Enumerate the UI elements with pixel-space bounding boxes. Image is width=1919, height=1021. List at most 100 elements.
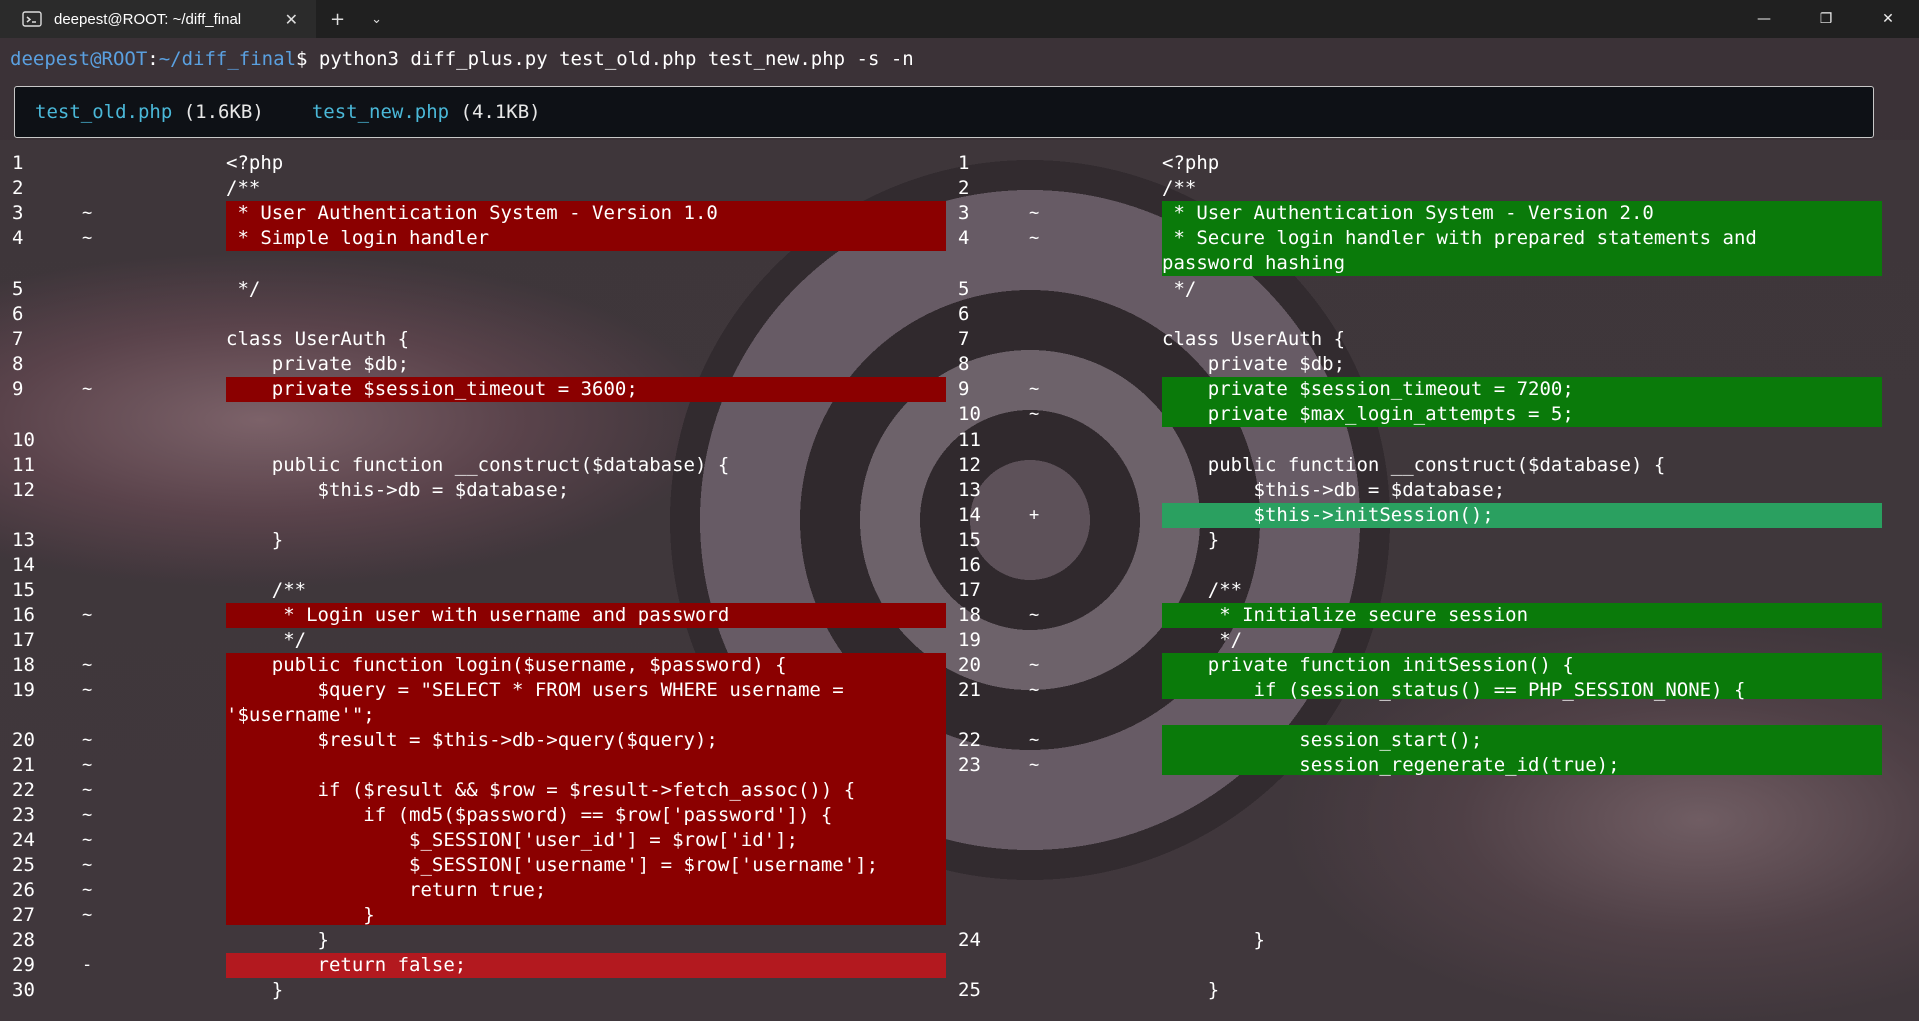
left-line-number: 16 — [12, 604, 35, 626]
right-change-marker: ~ — [1029, 680, 1040, 700]
left-code-line: $query = "SELECT * FROM users WHERE user… — [226, 679, 844, 701]
left-line-number: 27 — [12, 904, 35, 926]
left-line-number: 6 — [12, 303, 24, 325]
left-line-number: 11 — [12, 454, 35, 476]
right-line-number: 21 — [958, 679, 981, 701]
left-code-line: */ — [226, 629, 307, 651]
left-code-line: $_SESSION['user_id'] = $row['id']; — [226, 829, 798, 851]
left-line-number: 18 — [12, 654, 35, 676]
old-file-size: (1.6KB) — [183, 101, 264, 123]
left-line-number: 20 — [12, 729, 35, 751]
diff-file-header: test_old.php (1.6KB) test_new.php (4.1KB… — [14, 86, 1874, 138]
right-change-marker: ~ — [1029, 730, 1040, 750]
left-line-number: 13 — [12, 529, 35, 551]
left-code-line: private $session_timeout = 3600; — [226, 378, 638, 400]
old-file-info: test_old.php (1.6KB) — [35, 101, 264, 123]
right-code-line: <?php — [1162, 152, 1220, 174]
left-line-number: 12 — [12, 479, 35, 501]
right-line-number: 7 — [958, 328, 970, 350]
left-change-marker: ~ — [82, 655, 93, 675]
right-code-line: } — [1162, 929, 1265, 951]
old-file-name: test_old.php — [35, 101, 173, 123]
right-line-number: 15 — [958, 529, 981, 551]
left-code-line: class UserAuth { — [226, 328, 410, 350]
terminal-tab[interactable]: deepest@ROOT: ~/diff_final ✕ — [0, 0, 316, 38]
left-line-number: 10 — [12, 429, 35, 451]
left-code-line: <?php — [226, 152, 284, 174]
right-line-number: 23 — [958, 754, 981, 776]
left-line-number: 25 — [12, 854, 35, 876]
left-line-number: 9 — [12, 378, 24, 400]
right-change-marker: ~ — [1029, 379, 1040, 399]
left-line-number: 28 — [12, 929, 35, 951]
left-code-line: $this->db = $database; — [226, 479, 570, 501]
right-line-number: 9 — [958, 378, 970, 400]
left-change-marker: ~ — [82, 680, 93, 700]
right-line-number: 14 — [958, 504, 981, 526]
prompt-command: $ python3 diff_plus.py test_old.php test… — [296, 48, 914, 70]
left-code-line: '$username'"; — [226, 704, 375, 726]
left-change-marker: ~ — [82, 880, 93, 900]
minimize-button[interactable]: — — [1733, 0, 1795, 38]
right-line-number: 20 — [958, 654, 981, 676]
left-line-number: 19 — [12, 679, 35, 701]
left-change-marker: ~ — [82, 379, 93, 399]
right-code-line: password hashing — [1162, 252, 1346, 274]
right-code-line: $this->db = $database; — [1162, 479, 1506, 501]
left-change-marker: ~ — [82, 805, 93, 825]
left-line-number: 8 — [12, 353, 24, 375]
right-line-number: 13 — [958, 479, 981, 501]
right-line-number: 1 — [958, 152, 970, 174]
right-line-number: 18 — [958, 604, 981, 626]
left-code-line: /** — [226, 579, 307, 601]
right-change-marker: ~ — [1029, 605, 1040, 625]
right-line-number: 22 — [958, 729, 981, 751]
right-line-number: 25 — [958, 979, 981, 1001]
left-code-line: */ — [226, 278, 261, 300]
left-code-line: } — [226, 529, 284, 551]
title-bar: deepest@ROOT: ~/diff_final ✕ + ⌄ — ❐ ✕ — [0, 0, 1919, 38]
left-line-number: 15 — [12, 579, 35, 601]
right-change-marker: ~ — [1029, 404, 1040, 424]
right-line-number: 17 — [958, 579, 981, 601]
left-code-line: return true; — [226, 879, 547, 901]
new-file-info: test_new.php (4.1KB) — [312, 101, 541, 123]
left-change-marker: - — [82, 955, 93, 975]
right-line-number: 3 — [958, 202, 970, 224]
left-code-line: * Simple login handler — [226, 227, 490, 249]
left-code-line: public function __construct($database) { — [226, 454, 730, 476]
right-code-line: private function initSession() { — [1162, 654, 1574, 676]
left-line-number: 23 — [12, 804, 35, 826]
chevron-down-icon[interactable]: ⌄ — [371, 12, 382, 27]
left-code-line: } — [226, 904, 375, 926]
left-change-marker: ~ — [82, 730, 93, 750]
left-code-line: if (md5($password) == $row['password']) … — [226, 804, 833, 826]
right-change-marker: ~ — [1029, 655, 1040, 675]
right-code-line: /** — [1162, 579, 1243, 601]
right-code-line: * Secure login handler with prepared sta… — [1162, 227, 1757, 249]
right-code-line: class UserAuth { — [1162, 328, 1346, 350]
left-code-line: * Login user with username and password — [226, 604, 730, 626]
left-line-number: 7 — [12, 328, 24, 350]
left-line-number: 5 — [12, 278, 24, 300]
right-code-line: $this->initSession(); — [1162, 504, 1494, 526]
close-window-button[interactable]: ✕ — [1857, 0, 1919, 38]
right-code-line: public function __construct($database) { — [1162, 454, 1666, 476]
right-change-marker: ~ — [1029, 228, 1040, 248]
right-line-number: 2 — [958, 177, 970, 199]
left-change-marker: ~ — [82, 905, 93, 925]
left-change-marker: ~ — [82, 755, 93, 775]
left-line-number: 2 — [12, 177, 24, 199]
right-code-line: * User Authentication System - Version 2… — [1162, 202, 1654, 224]
command-prompt: deepest@ROOT:~/diff_final$ python3 diff_… — [10, 48, 914, 70]
new-tab-button[interactable]: + — [330, 9, 345, 30]
left-line-number: 22 — [12, 779, 35, 801]
terminal-icon — [22, 9, 42, 29]
new-file-size: (4.1KB) — [460, 101, 541, 123]
maximize-button[interactable]: ❐ — [1795, 0, 1857, 38]
left-line-number: 26 — [12, 879, 35, 901]
right-line-number: 4 — [958, 227, 970, 249]
close-tab-icon[interactable]: ✕ — [285, 10, 298, 29]
right-line-number: 5 — [958, 278, 970, 300]
left-line-number: 1 — [12, 152, 24, 174]
